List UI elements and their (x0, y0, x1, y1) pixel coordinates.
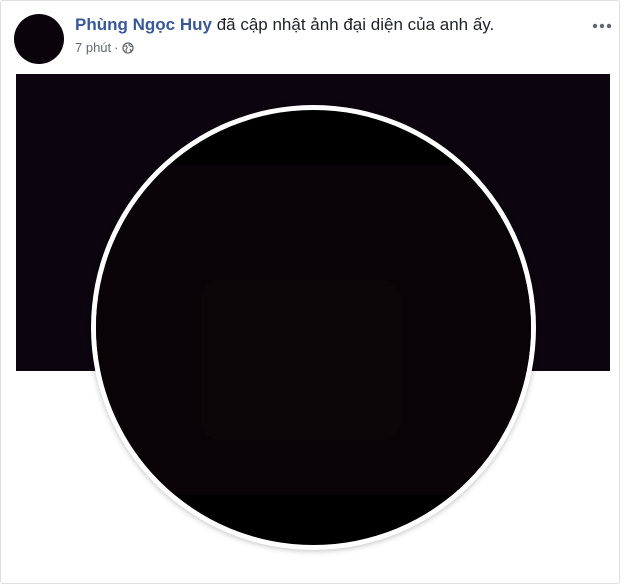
post-options-button[interactable] (590, 13, 614, 37)
profile-photo-frame (91, 105, 536, 550)
globe-icon[interactable] (121, 42, 134, 54)
meta-separator: · (114, 40, 119, 55)
profile-photo[interactable] (96, 110, 531, 545)
more-horizontal-icon (592, 16, 612, 34)
profile-photo-detail (201, 280, 401, 440)
post-action-text: đã cập nhật ảnh đại diện của anh ấy. (216, 15, 495, 34)
feed-post: Phùng Ngọc Huy đã cập nhật ảnh đại diện … (0, 0, 620, 584)
profile-update-media[interactable] (16, 74, 610, 580)
avatar[interactable] (14, 14, 64, 64)
author-name-link[interactable]: Phùng Ngọc Huy (75, 15, 212, 34)
post-headline: Phùng Ngọc Huy đã cập nhật ảnh đại diện … (75, 14, 494, 36)
post-header: Phùng Ngọc Huy đã cập nhật ảnh đại diện … (14, 11, 614, 64)
post-timestamp[interactable]: 7 phút (75, 40, 111, 56)
post-meta: 7 phút · (75, 40, 134, 56)
